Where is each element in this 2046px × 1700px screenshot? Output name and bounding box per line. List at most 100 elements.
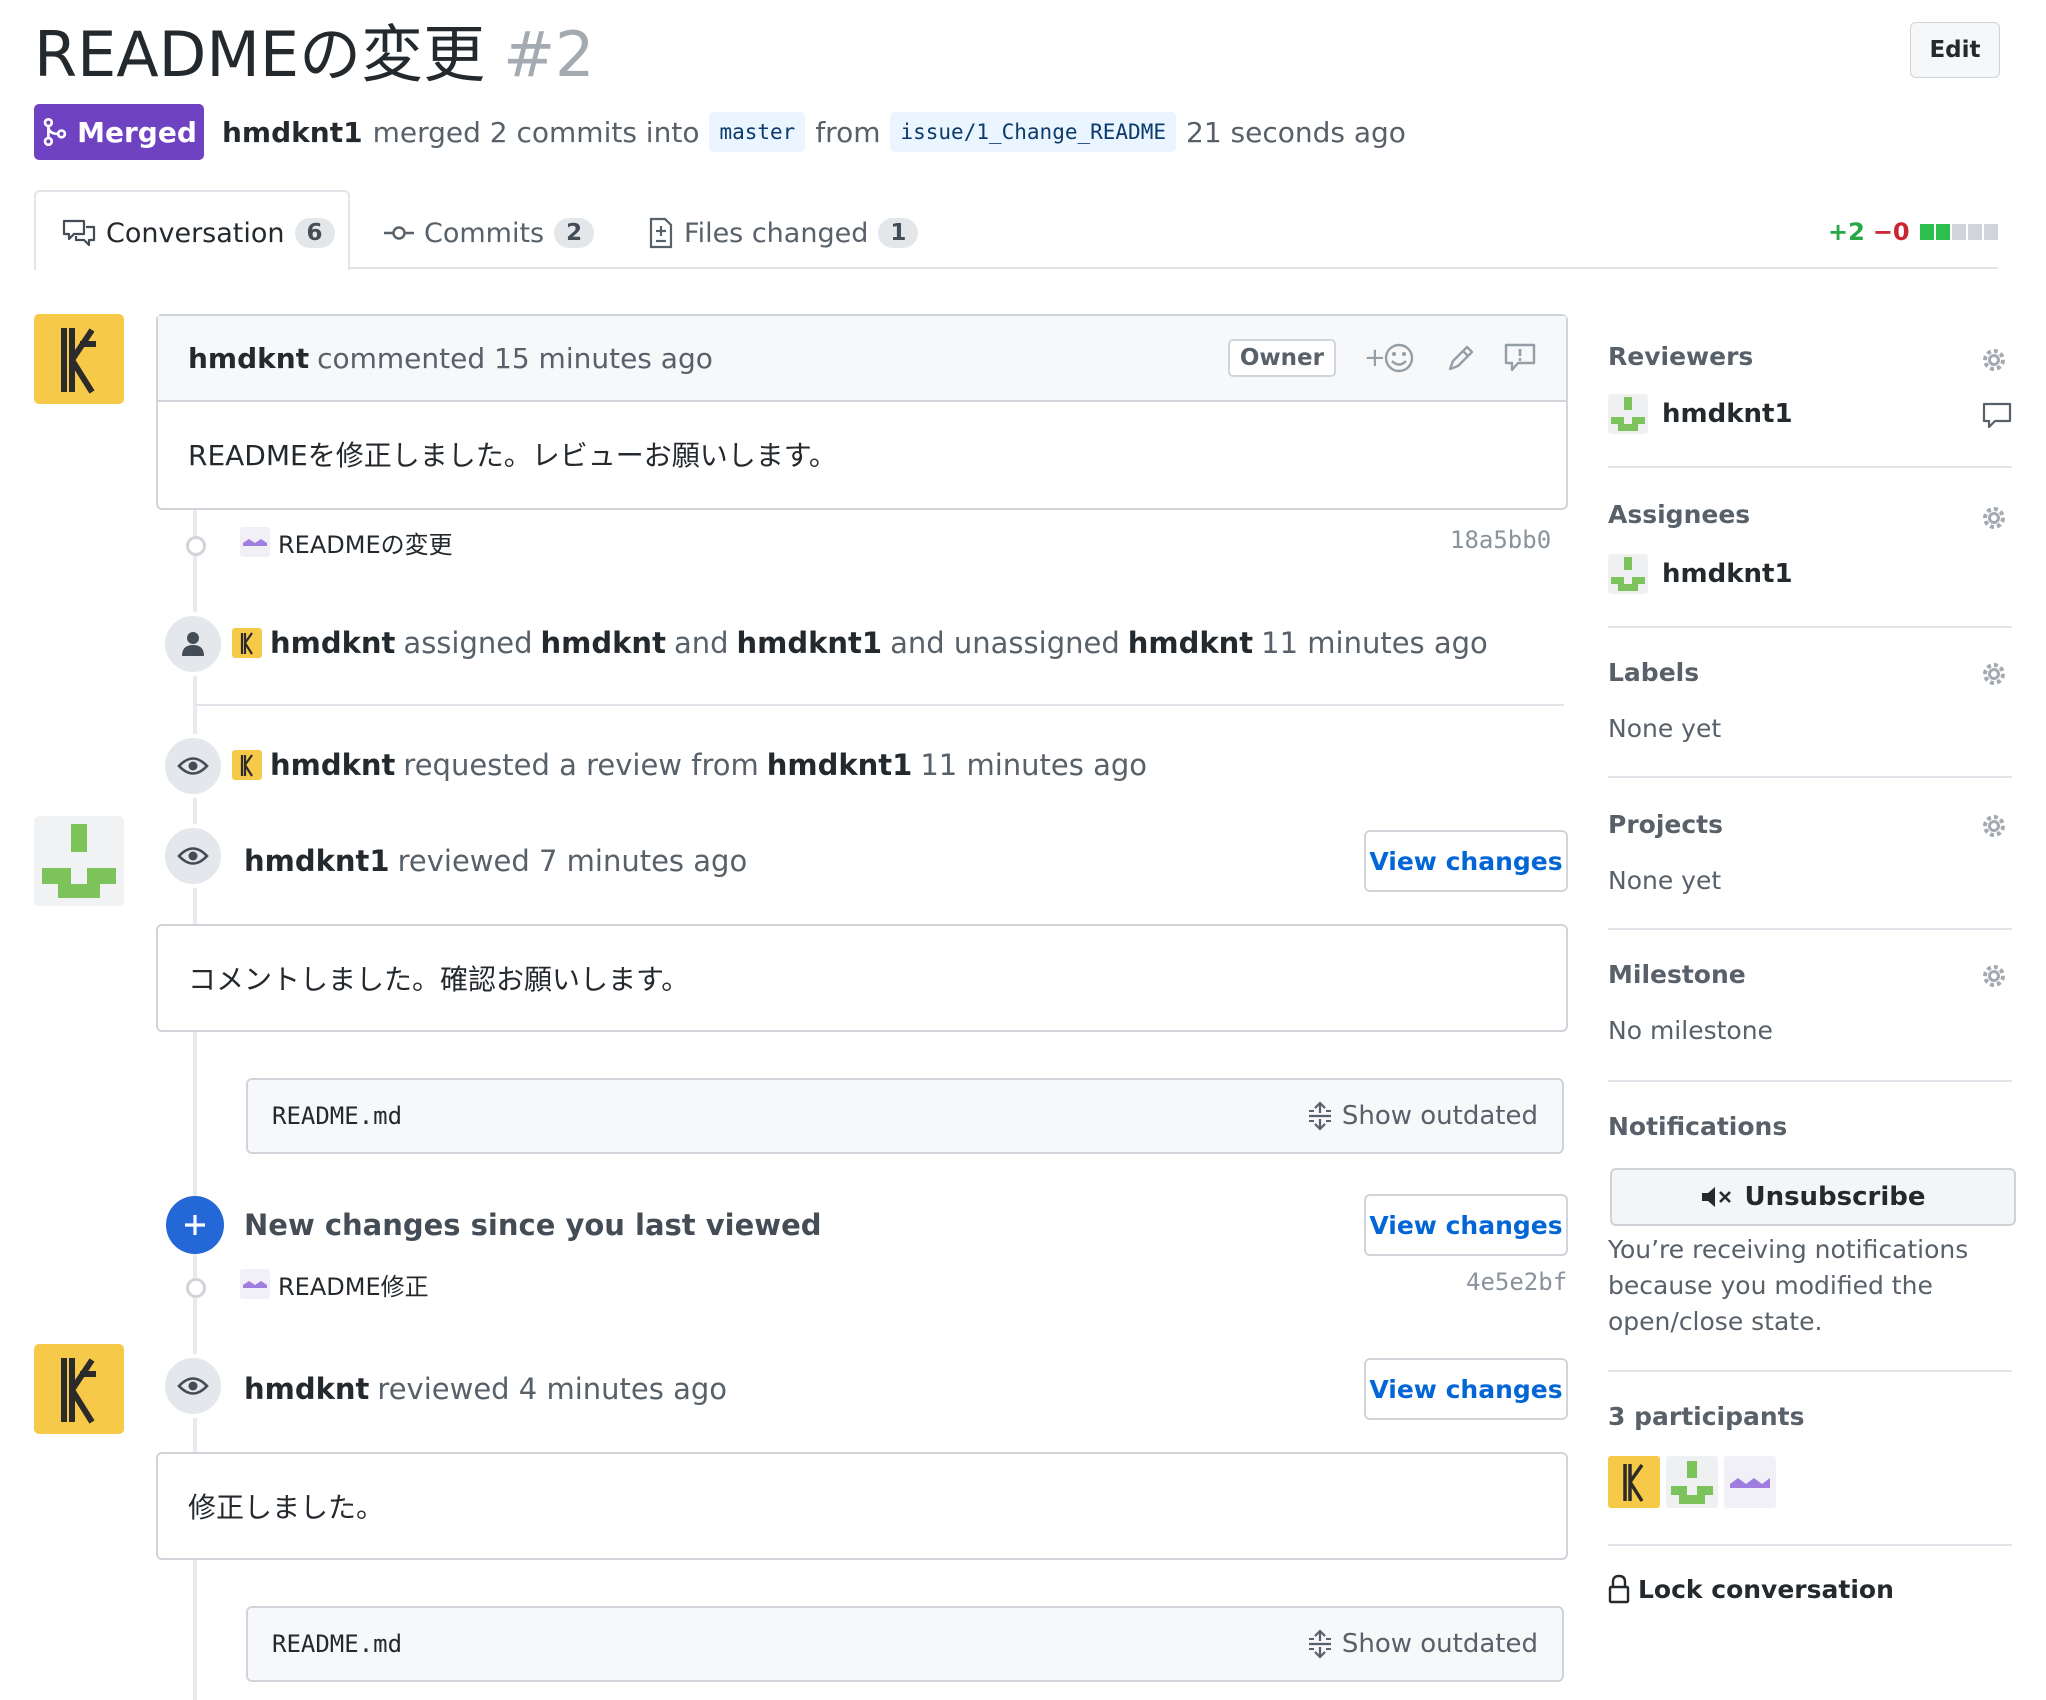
reviewers-gear-icon[interactable]	[1980, 346, 2008, 374]
merged-state-badge: Merged	[34, 104, 204, 160]
milestone-gear-icon[interactable]	[1980, 962, 2008, 990]
show-outdated-button[interactable]: Show outdated	[1306, 1629, 1538, 1659]
pr-title: READMEの変更 #2	[34, 14, 594, 96]
avatar-hmdknt1[interactable]	[34, 816, 124, 906]
new-changes-text: New changes since you last viewed	[244, 1208, 822, 1242]
sidebar-separator	[1608, 776, 2012, 778]
review-file-name[interactable]: README.md	[272, 1102, 402, 1130]
review-comment-box: 修正しました。	[156, 1452, 1568, 1560]
assignee-user[interactable]: hmdknt1	[737, 626, 883, 660]
comment-discussion-icon	[62, 219, 96, 247]
assign-word: assigned	[403, 626, 533, 660]
head-branch[interactable]: issue/1_Change_README	[890, 112, 1176, 152]
sidebar-separator	[1608, 466, 2012, 468]
merge-author[interactable]: hmdknt1	[222, 116, 363, 149]
commit-sha[interactable]: 18a5bb0	[1450, 526, 1551, 554]
labels-gear-icon[interactable]	[1980, 660, 2008, 688]
comment-header: hmdknt commented 15 minutes ago Owner +	[158, 316, 1566, 402]
review-author[interactable]: hmdknt1	[244, 844, 390, 878]
participant-avatar[interactable]	[1608, 1456, 1660, 1508]
show-outdated-button[interactable]: Show outdated	[1306, 1101, 1538, 1131]
avatar-hmdknt[interactable]	[34, 314, 124, 404]
tab-conversation[interactable]: Conversation 6	[62, 205, 335, 261]
request-target[interactable]: hmdknt1	[767, 748, 913, 782]
commit-message[interactable]: READMEの変更	[278, 525, 453, 560]
participant-avatar[interactable]	[1666, 1456, 1718, 1508]
commit-avatar	[240, 527, 270, 557]
assignees-title[interactable]: Assignees	[1608, 500, 1750, 529]
view-changes-button[interactable]: View changes	[1364, 830, 1568, 892]
review-comment-box: コメントしました。確認お願いします。	[156, 924, 1568, 1032]
unsubscribe-label: Unsubscribe	[1744, 1182, 1926, 1212]
add-reaction-icon[interactable]: +	[1364, 342, 1418, 374]
diffstat[interactable]: +2 −0	[1828, 212, 1998, 252]
projects-gear-icon[interactable]	[1980, 812, 2008, 840]
merged-label: Merged	[77, 115, 197, 149]
tab-files-count: 1	[878, 218, 919, 248]
unassignee-user[interactable]: hmdknt	[1128, 626, 1253, 660]
review-author[interactable]: hmdknt	[244, 1372, 369, 1406]
commit-message[interactable]: README修正	[278, 1267, 429, 1302]
show-outdated-label: Show outdated	[1341, 1101, 1538, 1131]
commit-row: READMEの変更	[240, 520, 453, 564]
review-file-name[interactable]: README.md	[272, 1630, 402, 1658]
review-request-event: hmdknt requested a review from hmdknt1 1…	[232, 740, 1147, 790]
tab-conversation-label: Conversation	[106, 217, 285, 249]
labels-title[interactable]: Labels	[1608, 658, 1699, 687]
report-icon[interactable]	[1504, 343, 1536, 373]
owner-badge: Owner	[1227, 339, 1336, 377]
tab-files-changed[interactable]: Files changed 1	[648, 205, 919, 261]
assignee-name: hmdknt1	[1662, 559, 1793, 589]
assign-badge	[161, 612, 225, 676]
tab-commits-count: 2	[554, 218, 595, 248]
lock-conversation-link[interactable]: Lock conversation	[1608, 1574, 1894, 1604]
projects-title[interactable]: Projects	[1608, 810, 1723, 839]
commit-sha[interactable]: 4e5e2bf	[1466, 1268, 1567, 1296]
unassign-word: and unassigned	[890, 626, 1120, 660]
reviewers-title[interactable]: Reviewers	[1608, 342, 1753, 371]
request-actor[interactable]: hmdknt	[270, 748, 395, 782]
assign-actor[interactable]: hmdknt	[270, 626, 395, 660]
base-branch[interactable]: master	[709, 112, 806, 152]
notifications-reason-line: You’re receiving notifications	[1608, 1235, 1969, 1264]
diffstat-bar	[1918, 224, 1998, 240]
and-word: and	[673, 626, 729, 660]
eye-icon	[177, 1377, 209, 1395]
comment-author[interactable]: hmdknt	[188, 342, 309, 375]
notifications-reason-line: open/close state.	[1608, 1307, 1823, 1336]
unsubscribe-button[interactable]: Unsubscribe	[1610, 1168, 2016, 1226]
merge-text: merged 2 commits into	[372, 115, 700, 149]
reviewer-row[interactable]: hmdknt1	[1608, 394, 1793, 434]
milestone-title[interactable]: Milestone	[1608, 960, 1746, 989]
view-changes-button[interactable]: View changes	[1364, 1358, 1568, 1420]
tab-commits-label: Commits	[424, 217, 545, 249]
plus-icon	[185, 1215, 205, 1235]
review-comment-body: コメントしました。確認お願いします。	[188, 963, 690, 996]
diffstat-additions: +2	[1828, 218, 1865, 246]
timeline-divider	[196, 704, 1564, 706]
unfold-icon	[1308, 1629, 1331, 1659]
avatar-hmdknt[interactable]	[34, 1344, 124, 1434]
edit-button[interactable]: Edit	[1910, 22, 2000, 78]
avatar-hmdknt-image	[34, 1344, 124, 1434]
commit-row: README修正	[240, 1262, 429, 1306]
reviewer-name: hmdknt1	[1662, 399, 1793, 429]
review-event: hmdknt reviewed 4 minutes ago	[244, 1364, 727, 1414]
view-changes-button[interactable]: View changes	[1364, 1194, 1568, 1256]
edit-pencil-icon[interactable]	[1446, 343, 1476, 373]
participant-avatar[interactable]	[1724, 1456, 1776, 1508]
sidebar-separator	[1608, 928, 2012, 930]
merge-time: 21 seconds ago	[1186, 115, 1406, 149]
lock-icon	[1608, 1574, 1630, 1604]
tab-commits[interactable]: Commits 2	[384, 205, 595, 261]
sidebar-separator	[1608, 1370, 2012, 1372]
assignee-row[interactable]: hmdknt1	[1608, 554, 1793, 594]
file-diff-icon	[649, 217, 673, 249]
assignees-gear-icon[interactable]	[1980, 504, 2008, 532]
participants-title: 3 participants	[1608, 1402, 1805, 1431]
review-event: hmdknt1 reviewed 7 minutes ago	[244, 836, 747, 886]
assignee-user[interactable]: hmdknt	[541, 626, 666, 660]
notifications-reason: You’re receiving notifications because y…	[1608, 1232, 1968, 1340]
review-file-header: README.md Show outdated	[246, 1606, 1564, 1682]
tab-conversation-count: 6	[294, 218, 335, 248]
